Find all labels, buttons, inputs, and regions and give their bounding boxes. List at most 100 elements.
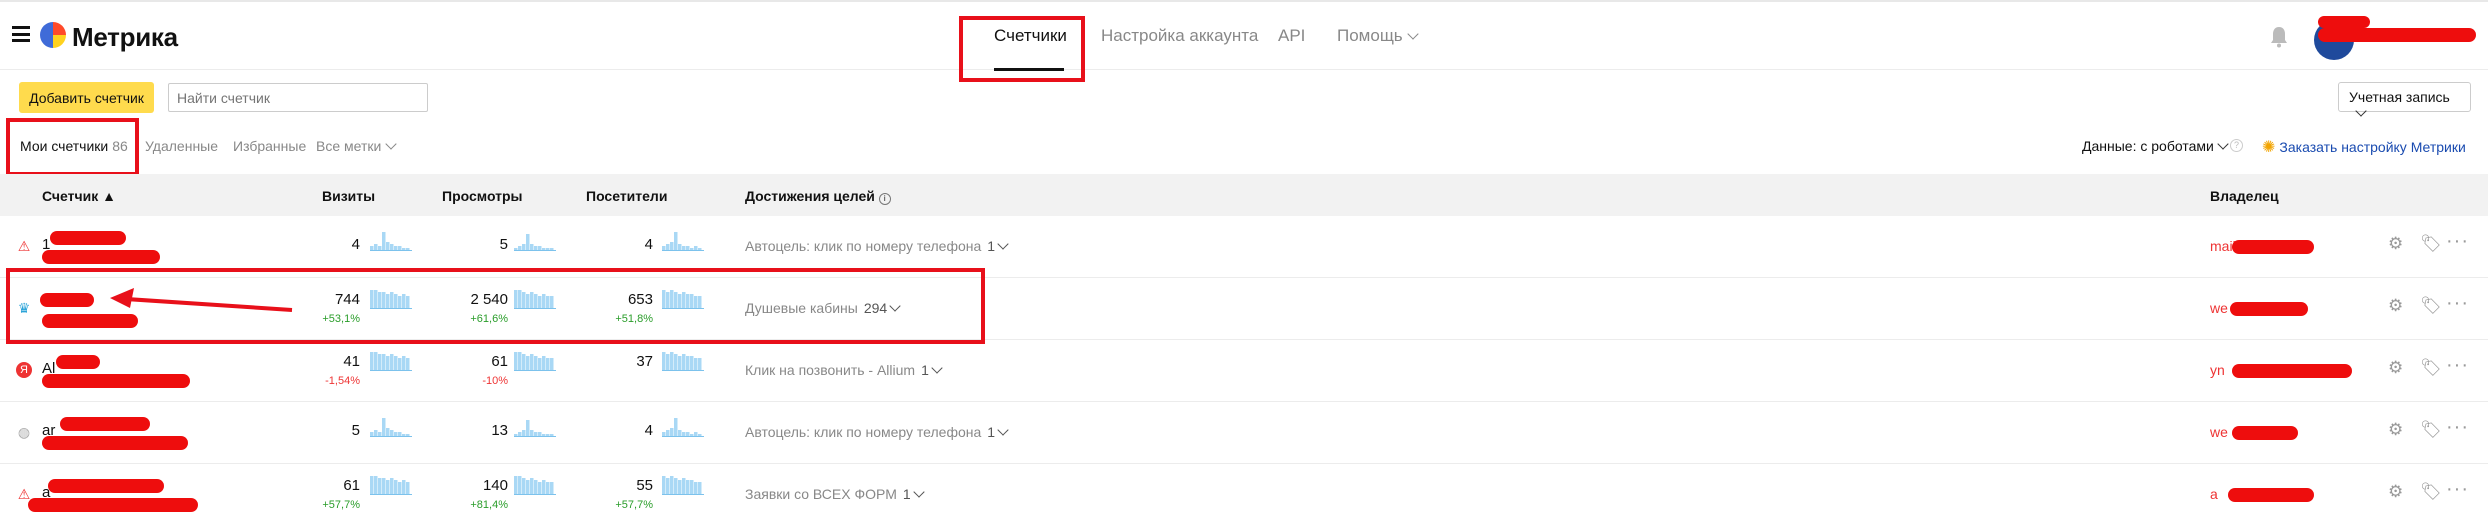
visits-delta: +57,7% (322, 499, 360, 511)
owner-email[interactable]: we (2210, 300, 2228, 316)
more-icon[interactable]: ··· (2446, 292, 2469, 315)
redaction-mark (56, 355, 100, 369)
redaction-mark (2230, 302, 2308, 316)
data-mode-label: Данные: с роботами (2082, 138, 2214, 154)
chevron-down-icon (997, 238, 1009, 250)
account-select-label: Учетная запись (2349, 89, 2450, 105)
redaction-mark (42, 374, 190, 388)
visitors-sparkline (662, 476, 704, 495)
nav-help-label: Помощь (1337, 26, 1403, 45)
views-value: 140 (482, 477, 508, 494)
owner-email[interactable]: a (2210, 486, 2218, 502)
visits-sparkline (370, 418, 412, 437)
goal-count: 1 (921, 362, 929, 378)
table-row[interactable]: Я Al 41 -1,54% 61 -10% 37 Клик на позвонить - A… (0, 340, 2488, 402)
table-row[interactable]: ◍ ar 5 13 4 Автоцель: клик по номеру телефона… (0, 402, 2488, 464)
annotation-box-nav (959, 16, 1085, 82)
visitors-delta: +57,7% (615, 499, 653, 511)
gear-icon[interactable]: ⚙ (2388, 482, 2403, 502)
nav-account-settings[interactable]: Настройка аккаунта (1101, 26, 1258, 46)
metrika-logo-icon[interactable] (40, 22, 66, 48)
views-sparkline (514, 234, 556, 251)
annotation-arrow (110, 288, 293, 312)
visits-delta: -1,54% (325, 375, 360, 387)
column-owner[interactable]: Владелец (2210, 188, 2279, 204)
visits-sparkline (370, 476, 412, 495)
tab-all-labels-label: Все метки (316, 138, 382, 154)
tag-icon[interactable]: 🏷 (2420, 296, 2442, 316)
tag-icon[interactable]: 🏷 (2420, 420, 2442, 440)
tag-icon[interactable]: 🏷 (2420, 234, 2442, 254)
chevron-down-icon (2355, 105, 2367, 117)
tab-favorites[interactable]: Избранные (233, 138, 306, 154)
goal-select[interactable]: Заявки со ВСЕХ ФОРМ 1 (745, 486, 925, 502)
order-setup-label: Заказать настройку Метрики (2279, 139, 2466, 155)
visits-value: 41 (343, 353, 360, 370)
search-input[interactable] (168, 83, 428, 112)
owner-email[interactable]: yn (2210, 362, 2225, 378)
redaction-mark (28, 498, 198, 512)
redaction-mark (2228, 488, 2314, 502)
chevron-down-icon (912, 486, 925, 498)
column-goals-label: Достижения целей (745, 188, 875, 204)
more-icon[interactable]: ··· (2446, 354, 2469, 377)
views-sparkline (514, 420, 556, 437)
column-views[interactable]: Просмотры (442, 188, 523, 204)
add-counter-button[interactable]: Добавить счетчик (19, 82, 154, 113)
more-icon[interactable]: ··· (2446, 478, 2469, 501)
gear-icon[interactable]: ⚙ (2388, 234, 2403, 254)
logo-text[interactable]: Метрика (72, 22, 178, 53)
goal-select[interactable]: Автоцель: клик по номеру телефона 1 (745, 424, 1009, 440)
warning-icon: ⚠ (17, 238, 31, 254)
more-icon[interactable]: ··· (2446, 230, 2469, 253)
redaction-mark (40, 293, 94, 307)
visitors-value: 37 (636, 353, 653, 370)
visits-value: 4 (351, 236, 360, 253)
visitors-sparkline (662, 418, 704, 437)
column-counter[interactable]: Счетчик ▲ (42, 188, 116, 204)
order-setup-link[interactable]: ✺ Заказать настройку Метрики (2262, 137, 2466, 157)
sparkle-icon: ✺ (2262, 139, 2276, 156)
redaction-mark (2232, 240, 2314, 254)
goal-count: 1 (987, 238, 996, 254)
column-visitors[interactable]: Посетители (586, 188, 667, 204)
annotation-box-tab (6, 118, 139, 176)
tag-icon[interactable]: 🏷 (2420, 358, 2442, 378)
column-goals[interactable]: Достижения целей i (745, 188, 891, 205)
menu-icon[interactable] (12, 26, 30, 42)
visitors-value: 4 (644, 236, 653, 253)
redaction-mark (2318, 16, 2370, 28)
chevron-down-icon (385, 138, 397, 150)
views-value: 13 (491, 422, 508, 439)
bell-icon[interactable] (2270, 26, 2288, 48)
nav-help[interactable]: Помощь (1337, 26, 1419, 46)
goal-name: Клик на позвонить - Allium (745, 362, 916, 378)
views-delta: -10% (482, 375, 508, 387)
visitors-value: 4 (644, 422, 653, 439)
goal-select[interactable]: Клик на позвонить - Allium 1 (745, 362, 943, 378)
yandex-icon: Я (16, 362, 32, 378)
owner-email[interactable]: we (2210, 424, 2228, 440)
tab-all-labels[interactable]: Все метки (316, 138, 397, 154)
visitors-value: 55 (636, 477, 653, 494)
redaction-mark (50, 231, 126, 245)
more-icon[interactable]: ··· (2446, 416, 2469, 439)
nav-api[interactable]: API (1278, 26, 1305, 46)
table-row[interactable]: ⚠ a 61 +57,7% 140 +81,4% 55 +57,7% Заявки со ВСЕ… (0, 464, 2488, 525)
gear-icon[interactable]: ⚙ (2388, 296, 2403, 316)
gear-icon[interactable]: ⚙ (2388, 420, 2403, 440)
header: Метрика Счетчики Настройка аккаунта API … (0, 2, 2488, 71)
column-visits[interactable]: Визиты (322, 188, 375, 204)
goal-count: 1 (902, 486, 911, 502)
tab-deleted[interactable]: Удаленные (145, 138, 218, 154)
chevron-down-icon (1407, 28, 1419, 40)
info-icon[interactable]: ? (2230, 139, 2243, 152)
gear-icon[interactable]: ⚙ (2388, 358, 2403, 378)
views-sparkline (514, 352, 556, 371)
visits-sparkline (370, 352, 412, 371)
goal-select[interactable]: Автоцель: клик по номеру телефона 1 (745, 238, 1009, 254)
data-mode-select[interactable]: Данные: с роботами (2082, 138, 2229, 154)
account-select[interactable]: Учетная запись (2338, 82, 2471, 117)
goal-name: Автоцель: клик по номеру телефона (745, 238, 982, 254)
tag-icon[interactable]: 🏷 (2420, 482, 2442, 502)
